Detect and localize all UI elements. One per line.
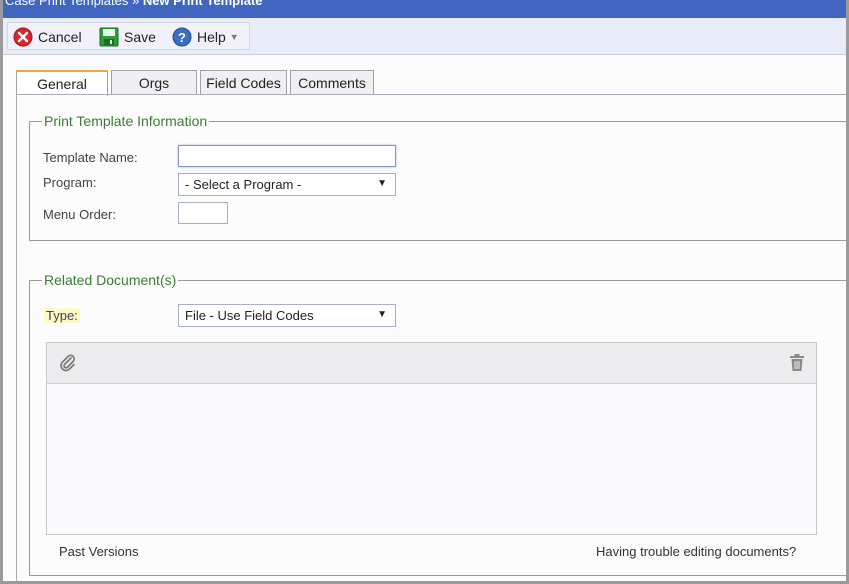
program-select[interactable]: - Select a Program - ▼ [178,173,396,196]
trash-icon[interactable] [789,354,805,375]
save-button[interactable]: Save [99,23,156,51]
help-button[interactable]: ? Help ▼ [172,23,239,51]
help-label: Help [197,29,226,45]
tab-label: Field Codes [206,75,281,91]
tab-orgs[interactable]: Orgs [111,70,197,95]
tab-divider [16,94,846,95]
tab-field-codes[interactable]: Field Codes [200,70,287,95]
type-select[interactable]: File - Use Field Codes ▼ [178,304,396,327]
title-bar: Case Print Templates » New Print Templat… [3,0,846,18]
paperclip-icon[interactable] [57,352,77,375]
print-template-information-panel: Print Template Information Template Name… [29,113,846,241]
chevron-down-icon: ▼ [229,32,239,42]
type-selected-value: File - Use Field Codes [185,308,314,323]
trouble-editing-link[interactable]: Having trouble editing documents? [596,544,796,559]
document-area[interactable] [46,342,817,535]
cancel-icon [13,27,33,47]
related-documents-panel: Related Document(s) Type: File - Use Fie… [29,272,846,576]
past-versions-link[interactable]: Past Versions [59,544,139,559]
template-name-input[interactable] [178,145,396,167]
panel-legend: Related Document(s) [42,272,179,288]
cancel-button[interactable]: Cancel [13,23,82,51]
tab-label: General [37,76,87,92]
template-name-label: Template Name: [43,150,138,165]
help-icon: ? [172,27,192,47]
page-title: New Print Template [142,0,263,8]
save-icon [99,27,119,47]
breadcrumb: Case Print Templates » New Print Templat… [5,0,263,8]
toolbar: Cancel Save ? Help ▼ [3,18,846,55]
tab-comments[interactable]: Comments [290,70,374,95]
toolbar-group: Cancel Save ? Help ▼ [7,22,250,50]
program-selected-value: - Select a Program - [185,177,302,192]
cancel-label: Cancel [38,29,82,45]
panel-legend: Print Template Information [42,113,210,129]
breadcrumb-parent[interactable]: Case Print Templates [5,0,128,8]
content-border [16,95,17,581]
menu-order-input[interactable] [178,202,228,224]
program-label: Program: [43,175,97,190]
tab-general[interactable]: General [16,70,108,96]
breadcrumb-separator: » [131,0,140,8]
svg-text:?: ? [178,30,186,45]
tab-label: Orgs [138,75,170,91]
document-toolbar [47,343,816,384]
dropdown-arrow-icon: ▼ [377,178,387,189]
tab-label: Comments [298,75,366,91]
menu-order-label: Menu Order: [43,207,116,222]
type-label: Type: [44,308,80,323]
window: Case Print Templates » New Print Templat… [3,0,846,581]
save-label: Save [124,29,156,45]
dropdown-arrow-icon: ▼ [377,309,387,320]
